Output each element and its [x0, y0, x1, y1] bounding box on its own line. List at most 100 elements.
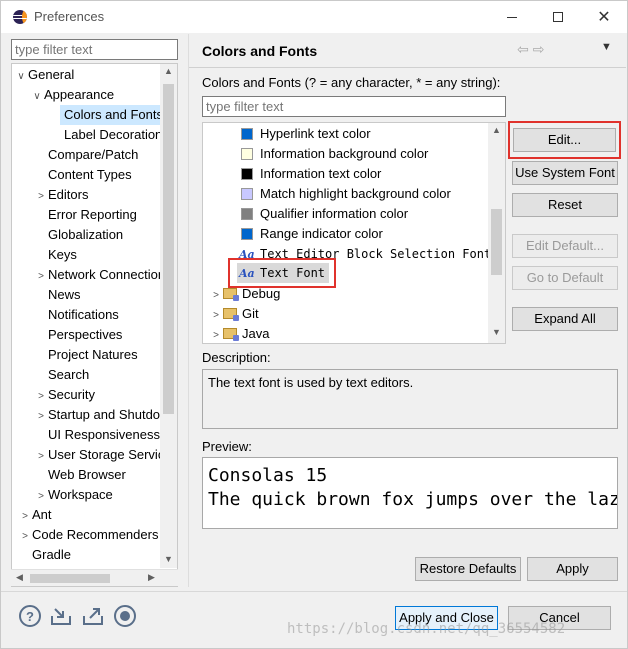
tree-item-startup-and-shutdown[interactable]: > Startup and Shutdown	[34, 405, 177, 425]
reset-button[interactable]: Reset	[512, 193, 618, 217]
tree-item-keys[interactable]: Keys	[48, 245, 77, 265]
tree-item-code-recommenders[interactable]: > Code Recommenders	[18, 525, 158, 545]
tree-item-editors[interactable]: > Editors	[34, 185, 88, 205]
chevron-right-icon[interactable]: >	[34, 387, 48, 407]
tree-item-perspectives[interactable]: Perspectives	[48, 325, 122, 345]
scroll-up-icon[interactable]: ▲	[488, 125, 505, 135]
tree-item-security[interactable]: > Security	[34, 385, 95, 405]
back-arrow-icon[interactable]: ⇦	[517, 41, 533, 57]
export-preferences-icon[interactable]	[82, 605, 104, 627]
tree-item-news[interactable]: News	[48, 285, 81, 305]
tree-item-network-connections[interactable]: > Network Connections	[34, 265, 171, 287]
tree-item-globalization[interactable]: Globalization	[48, 225, 123, 245]
tree-item-label: Hyperlink text color	[260, 126, 371, 141]
tree-item-label: Debug	[242, 286, 281, 301]
chevron-right-icon[interactable]: >	[209, 326, 223, 343]
forward-arrow-icon[interactable]: ⇨	[533, 41, 549, 57]
tree-item-git[interactable]: > Git	[209, 304, 259, 324]
close-button[interactable]: ✕	[581, 1, 627, 33]
tree-item-appearance[interactable]: ∨ Appearance	[30, 85, 114, 105]
tree-item-match-highlight-background-color[interactable]: Match highlight background color	[241, 184, 451, 204]
tree-item-label: Keys	[48, 247, 77, 262]
expand-all-button[interactable]: Expand All	[512, 307, 618, 331]
preference-filter-input[interactable]	[11, 39, 178, 60]
chevron-right-icon[interactable]: >	[34, 267, 48, 287]
tree-item-error-reporting[interactable]: Error Reporting	[48, 205, 137, 225]
tree-item-block-selection-font[interactable]: Aa Text Editor Block Selection Font	[239, 244, 491, 264]
minimize-button[interactable]	[489, 1, 535, 33]
import-icon	[51, 608, 71, 625]
tree-item-debug[interactable]: > Debug	[209, 284, 280, 304]
apply-button[interactable]: Apply	[527, 557, 618, 581]
tree-item-content-types[interactable]: Content Types	[48, 165, 132, 185]
chevron-right-icon[interactable]: >	[18, 527, 32, 547]
tree-item-compare-patch[interactable]: Compare/Patch	[48, 145, 138, 165]
folder-icon	[223, 328, 239, 341]
chevron-right-icon[interactable]: >	[18, 507, 32, 527]
tree-item-label: Web Browser	[48, 467, 126, 482]
tree-item-java[interactable]: > Java	[209, 324, 270, 343]
tree-hscroll-thumb[interactable]	[30, 574, 110, 583]
import-preferences-icon[interactable]	[50, 605, 72, 627]
tree-item-gradle[interactable]: Gradle	[32, 545, 71, 565]
tree-item-colors-and-fonts[interactable]: Colors and Fonts	[60, 105, 170, 125]
tree-vertical-scrollbar[interactable]: ▲ ▼	[160, 64, 177, 568]
tree-item-user-storage-service[interactable]: > User Storage Service	[34, 445, 171, 467]
record-icon[interactable]	[114, 605, 136, 627]
tree-item-label: Error Reporting	[48, 207, 137, 222]
tree-item-label: Information background color	[260, 146, 429, 161]
tree-item-label: Editors	[48, 187, 89, 202]
window-title: Preferences	[34, 9, 105, 24]
page-navigation: ⇦⇨	[517, 41, 548, 58]
tree-item-project-natures[interactable]: Project Natures	[48, 345, 138, 365]
tree-horizontal-scrollbar[interactable]: ◀ ▶	[11, 569, 178, 586]
use-system-font-button[interactable]: Use System Font	[512, 161, 618, 185]
restore-defaults-button[interactable]: Restore Defaults	[415, 557, 521, 581]
chevron-right-icon[interactable]: >	[209, 286, 223, 306]
tree-item-qualifier-information-color[interactable]: Qualifier information color	[241, 204, 408, 224]
color-swatch-icon	[241, 208, 253, 220]
watermark-text: https://blog.csdn.net/qq_36554582	[287, 621, 566, 637]
export-icon	[83, 608, 103, 625]
tree-item-web-browser[interactable]: Web Browser	[48, 465, 126, 485]
colors-tree-scrollbar[interactable]: ▲ ▼	[488, 123, 505, 343]
scroll-down-icon[interactable]: ▼	[488, 327, 505, 337]
tree-item-ant[interactable]: > Ant	[18, 505, 51, 527]
tree-item-label: UI Responsiveness	[48, 427, 160, 442]
colors-tree-scroll-thumb[interactable]	[491, 209, 502, 275]
tree-item-label: Java	[242, 326, 270, 341]
tree-item-hyperlink-text-color[interactable]: Hyperlink text color	[241, 124, 371, 144]
go-to-default-button[interactable]: Go to Default	[512, 266, 618, 290]
tree-item-label: Globalization	[48, 227, 124, 242]
chevron-right-icon[interactable]: >	[34, 407, 48, 427]
tree-item-information-background-color[interactable]: Information background color	[241, 144, 428, 164]
help-icon[interactable]: ?	[19, 605, 41, 627]
edit-font-button[interactable]: Edit...	[513, 128, 616, 152]
tree-item-workspace[interactable]: > Workspace	[34, 485, 113, 505]
chevron-down-icon[interactable]: ∨	[30, 87, 44, 107]
chevron-right-icon[interactable]: >	[34, 187, 48, 207]
tree-item-notifications[interactable]: Notifications	[48, 305, 119, 325]
tree-item-ui-responsiveness[interactable]: UI Responsiveness	[48, 425, 160, 445]
tree-item-general[interactable]: ∨ General	[14, 65, 74, 85]
chevron-down-icon[interactable]: ∨	[14, 67, 28, 87]
colors-filter-input[interactable]	[202, 96, 506, 117]
tree-item-label: Range indicator color	[260, 226, 383, 241]
maximize-button[interactable]	[535, 1, 581, 33]
chevron-right-icon[interactable]: >	[34, 447, 48, 467]
chevron-right-icon[interactable]: >	[209, 306, 223, 326]
edit-default-button[interactable]: Edit Default...	[512, 234, 618, 258]
tree-item-search[interactable]: Search	[48, 365, 89, 385]
view-menu-icon[interactable]: ▼	[601, 41, 612, 53]
tree-item-information-text-color[interactable]: Information text color	[241, 164, 381, 184]
tree-item-range-indicator-color[interactable]: Range indicator color	[241, 224, 383, 244]
scroll-up-icon[interactable]: ▲	[160, 66, 177, 76]
scroll-right-icon[interactable]: ▶	[143, 572, 160, 583]
scroll-down-icon[interactable]: ▼	[160, 554, 177, 564]
scroll-left-icon[interactable]: ◀	[11, 572, 28, 583]
tree-item-label-decorations[interactable]: Label Decorations	[64, 125, 169, 145]
tree-item-text-font[interactable]: Aa Text Font	[237, 263, 330, 283]
tree-item-label: Match highlight background color	[260, 186, 451, 201]
tree-scroll-thumb[interactable]	[163, 84, 174, 414]
chevron-right-icon[interactable]: >	[34, 487, 48, 507]
